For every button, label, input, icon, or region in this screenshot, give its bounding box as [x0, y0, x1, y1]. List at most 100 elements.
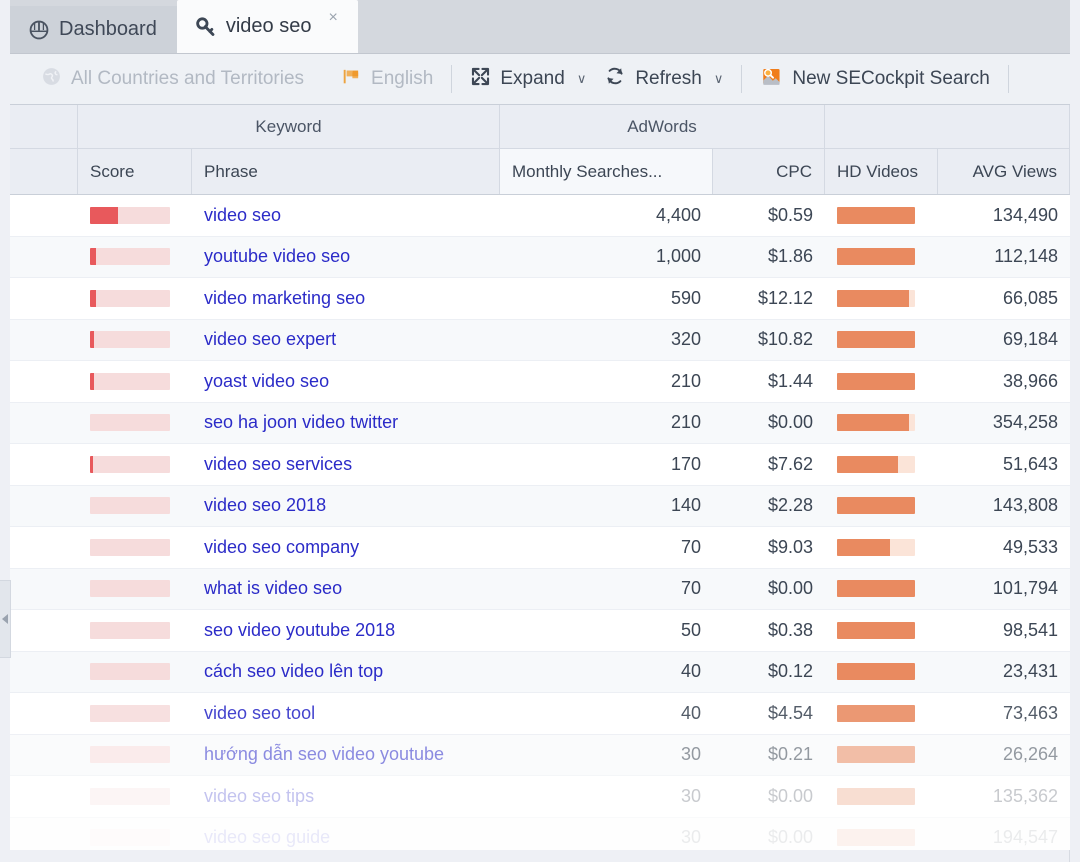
row-select-cell[interactable]: [10, 693, 78, 734]
row-select-cell[interactable]: [10, 403, 78, 444]
phrase-cell[interactable]: video seo tool: [192, 693, 500, 734]
new-secockpit-search-button[interactable]: New SECockpit Search: [751, 61, 998, 97]
score-bar: [90, 538, 170, 556]
hd-videos-cell: [825, 818, 938, 851]
score-bar: [90, 289, 170, 307]
cpc-cell: $0.12: [767, 661, 813, 682]
globe-icon: [41, 66, 62, 93]
window-edge-left: [0, 0, 10, 862]
column-header-hd_videos[interactable]: HD Videos: [825, 149, 938, 194]
language-selector-label: English: [371, 68, 434, 89]
hd-videos-cell: [825, 776, 938, 817]
table-row[interactable]: video seo company 70 $9.03 49,533: [10, 527, 1070, 569]
row-select-cell[interactable]: [10, 610, 78, 651]
column-header-monthly_searches[interactable]: Monthly Searches...: [500, 149, 713, 194]
row-select-cell[interactable]: [10, 652, 78, 693]
table-row[interactable]: cách seo video lên top 40 $0.12 23,431: [10, 651, 1070, 693]
phrase-cell[interactable]: video seo: [192, 195, 500, 236]
row-select-cell[interactable]: [10, 361, 78, 402]
column-header-cpc[interactable]: CPC: [713, 149, 825, 194]
row-select-cell[interactable]: [10, 486, 78, 527]
table-row[interactable]: video seo 4,400 $0.59 134,490: [10, 195, 1070, 237]
hd-videos-bar: [837, 414, 915, 432]
phrase-cell[interactable]: video seo tips: [192, 776, 500, 817]
table-row[interactable]: video seo services 170 $7.62 51,643: [10, 444, 1070, 486]
cpc-cell: $1.86: [767, 246, 813, 267]
hd-videos-cell: [825, 610, 938, 651]
tab-dashboard[interactable]: Dashboard: [10, 6, 177, 53]
score-bar: [90, 704, 170, 722]
refresh-button[interactable]: Refresh ∨: [595, 61, 732, 97]
table-row[interactable]: what is video seo 70 $0.00 101,794: [10, 568, 1070, 610]
column-header-avg_views[interactable]: AVG Views: [938, 149, 1070, 194]
avg-views-cell: 134,490: [992, 204, 1058, 225]
toolbar: All Countries and Territories English Ex…: [10, 54, 1070, 105]
row-select-cell[interactable]: [10, 735, 78, 776]
hd-videos-bar: [837, 331, 915, 349]
table-row[interactable]: video seo guide 30 $0.00 194,547: [10, 817, 1070, 851]
phrase-cell[interactable]: video seo services: [192, 444, 500, 485]
chevron-down-icon[interactable]: ∨: [577, 71, 587, 87]
monthly-searches-cell: 140: [670, 495, 701, 516]
phrase-cell[interactable]: video seo expert: [192, 320, 500, 361]
table-row[interactable]: youtube video seo 1,000 $1.86 112,148: [10, 236, 1070, 278]
hd-videos-cell: [825, 237, 938, 278]
table-row[interactable]: video seo tips 30 $0.00 135,362: [10, 776, 1070, 818]
monthly-searches-cell: 40: [680, 661, 701, 682]
row-select-cell[interactable]: [10, 195, 78, 236]
row-select-cell[interactable]: [10, 569, 78, 610]
phrase-cell[interactable]: seo ha joon video twitter: [192, 403, 500, 444]
score-cell: [78, 527, 192, 568]
tab-video-seo[interactable]: video seo ×: [176, 0, 358, 53]
phrase-cell[interactable]: what is video seo: [192, 569, 500, 610]
table-row[interactable]: video seo expert 320 $10.82 69,184: [10, 319, 1070, 361]
monthly-searches-cell: 210: [670, 412, 701, 433]
phrase-cell[interactable]: video marketing seo: [192, 278, 500, 319]
row-select-cell[interactable]: [10, 237, 78, 278]
phrase-cell[interactable]: yoast video seo: [192, 361, 500, 402]
phrase-cell[interactable]: hướng dẫn seo video youtube: [192, 735, 500, 776]
row-select-cell[interactable]: [10, 444, 78, 485]
row-select-cell[interactable]: [10, 320, 78, 361]
table-row[interactable]: hướng dẫn seo video youtube 30 $0.21 26,264: [10, 734, 1070, 776]
chevron-down-icon-refresh[interactable]: ∨: [714, 71, 724, 87]
phrase-cell[interactable]: youtube video seo: [192, 237, 500, 278]
table-row[interactable]: video seo tool 40 $4.54 73,463: [10, 693, 1070, 735]
score-cell: [78, 610, 192, 651]
phrase-cell[interactable]: video seo 2018: [192, 486, 500, 527]
country-selector[interactable]: All Countries and Territories: [32, 61, 313, 97]
cpc-cell: $0.00: [767, 578, 813, 599]
column-header-score[interactable]: Score: [78, 149, 192, 194]
hd-videos-bar: [837, 829, 915, 847]
hd-videos-cell: [825, 278, 938, 319]
table-row[interactable]: yoast video seo 210 $1.44 38,966: [10, 361, 1070, 403]
table-row[interactable]: video marketing seo 590 $12.12 66,085: [10, 278, 1070, 320]
table-row[interactable]: video seo 2018 140 $2.28 143,808: [10, 485, 1070, 527]
column-header-phrase[interactable]: Phrase: [192, 149, 500, 194]
expand-button[interactable]: Expand ∨: [461, 61, 595, 97]
secockpit-window: Dashboard video seo × All Countries and …: [0, 0, 1080, 862]
phrase-cell[interactable]: video seo guide: [192, 818, 500, 851]
column-header-check[interactable]: [10, 149, 78, 194]
phrase-cell[interactable]: cách seo video lên top: [192, 652, 500, 693]
language-selector[interactable]: English: [332, 61, 442, 97]
sidebar-collapse-handle[interactable]: [0, 580, 11, 658]
avg-views-cell: 143,808: [992, 495, 1058, 516]
toolbar-divider-1: [451, 65, 453, 93]
close-icon[interactable]: ×: [328, 10, 337, 26]
monthly-searches-cell: 30: [680, 744, 701, 765]
phrase-cell[interactable]: video seo company: [192, 527, 500, 568]
hd-videos-cell: [825, 444, 938, 485]
gauge-icon: [28, 19, 50, 41]
row-select-cell[interactable]: [10, 527, 78, 568]
avg-views-cell: 354,258: [992, 412, 1058, 433]
row-select-cell[interactable]: [10, 776, 78, 817]
cpc-cell: $7.62: [767, 453, 813, 474]
table-row[interactable]: seo ha joon video twitter 210 $0.00 354,258: [10, 402, 1070, 444]
monthly-searches-cell: 210: [670, 370, 701, 391]
cpc-cell: $0.00: [767, 785, 813, 806]
row-select-cell[interactable]: [10, 278, 78, 319]
row-select-cell[interactable]: [10, 818, 78, 851]
phrase-cell[interactable]: seo video youtube 2018: [192, 610, 500, 651]
table-row[interactable]: seo video youtube 2018 50 $0.38 98,541: [10, 610, 1070, 652]
